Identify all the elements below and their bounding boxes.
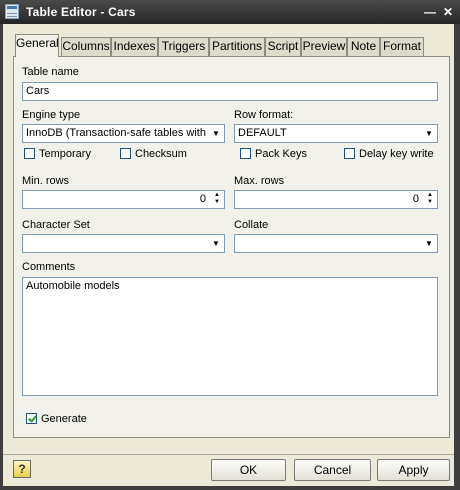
- chevron-down-icon[interactable]: ▼: [208, 235, 224, 252]
- row-format-label: Row format:: [234, 109, 294, 121]
- apply-button[interactable]: Apply: [377, 459, 450, 481]
- pack-keys-checkbox-box[interactable]: [240, 148, 251, 159]
- row-format-value: DEFAULT: [238, 127, 287, 139]
- general-panel: Table name Cars Engine type InnoDB (Tran…: [13, 56, 450, 438]
- chevron-down-icon[interactable]: ▼: [421, 125, 437, 142]
- dialog-client: General Columns Indexes Triggers Partiti…: [3, 24, 454, 486]
- min-rows-label: Min. rows: [22, 175, 70, 187]
- help-icon[interactable]: ?: [13, 460, 31, 478]
- title-bar[interactable]: Table Editor - Cars — ✕: [0, 0, 460, 24]
- collate-select[interactable]: ▼: [234, 234, 438, 253]
- comments-label: Comments: [22, 261, 76, 273]
- ok-button[interactable]: OK: [211, 459, 286, 481]
- character-set-select[interactable]: ▼: [22, 234, 225, 253]
- generate-checkbox-label: Generate: [41, 413, 87, 425]
- tab-preview[interactable]: Preview: [301, 37, 347, 56]
- pack-keys-checkbox-label: Pack Keys: [255, 148, 307, 160]
- chevron-down-icon[interactable]: ▼: [208, 125, 224, 142]
- tab-script[interactable]: Script: [265, 37, 301, 56]
- delay-key-write-checkbox-box[interactable]: [344, 148, 355, 159]
- checksum-checkbox-label: Checksum: [135, 148, 187, 160]
- cancel-button[interactable]: Cancel: [294, 459, 371, 481]
- min-rows-value: 0: [199, 193, 206, 205]
- temporary-checkbox[interactable]: Temporary: [24, 148, 91, 162]
- table-name-field[interactable]: Cars: [22, 82, 438, 101]
- tab-triggers[interactable]: Triggers: [158, 37, 209, 56]
- row-format-select[interactable]: DEFAULT ▼: [234, 124, 438, 143]
- comments-textarea[interactable]: Automobile models: [22, 277, 438, 396]
- character-set-label: Character Set: [22, 219, 90, 231]
- max-rows-label: Max. rows: [234, 175, 285, 187]
- engine-type-select[interactable]: InnoDB (Transaction-safe tables with row…: [22, 124, 225, 143]
- tab-partitions[interactable]: Partitions: [209, 37, 265, 56]
- table-grid-icon: [5, 4, 19, 19]
- spin-arrows-icon[interactable]: ▲ ▼: [425, 192, 435, 206]
- temporary-checkbox-label: Temporary: [39, 148, 91, 160]
- engine-type-value: InnoDB (Transaction-safe tables with row…: [26, 127, 206, 139]
- minimize-icon[interactable]: —: [422, 4, 438, 20]
- checksum-checkbox[interactable]: Checksum: [120, 148, 187, 162]
- table-name-label: Table name: [22, 66, 79, 78]
- tab-note[interactable]: Note: [347, 37, 380, 56]
- tab-indexes[interactable]: Indexes: [111, 37, 158, 56]
- generate-checkbox[interactable]: Generate: [26, 413, 87, 427]
- engine-type-label: Engine type: [22, 109, 81, 121]
- tab-format[interactable]: Format: [380, 37, 424, 56]
- delay-key-write-checkbox-label: Delay key write: [359, 148, 434, 160]
- min-rows-spinner[interactable]: 0 ▲ ▼: [22, 190, 225, 209]
- delay-key-write-checkbox[interactable]: Delay key write: [344, 148, 434, 162]
- checksum-checkbox-box[interactable]: [120, 148, 131, 159]
- max-rows-value: 0: [412, 193, 419, 205]
- tab-general[interactable]: General: [15, 34, 59, 57]
- spin-arrows-icon[interactable]: ▲ ▼: [212, 192, 222, 206]
- window-title: Table Editor - Cars: [26, 5, 136, 19]
- collate-label: Collate: [234, 219, 269, 231]
- chevron-down-icon[interactable]: ▼: [421, 235, 437, 252]
- tab-columns[interactable]: Columns: [61, 37, 111, 56]
- pack-keys-checkbox[interactable]: Pack Keys: [240, 148, 307, 162]
- max-rows-spinner[interactable]: 0 ▲ ▼: [234, 190, 438, 209]
- footer-divider: [3, 454, 454, 455]
- temporary-checkbox-box[interactable]: [24, 148, 35, 159]
- generate-checkbox-box[interactable]: [26, 413, 37, 424]
- close-icon[interactable]: ✕: [440, 4, 456, 20]
- table-editor-window: Table Editor - Cars — ✕ General Columns …: [0, 0, 460, 490]
